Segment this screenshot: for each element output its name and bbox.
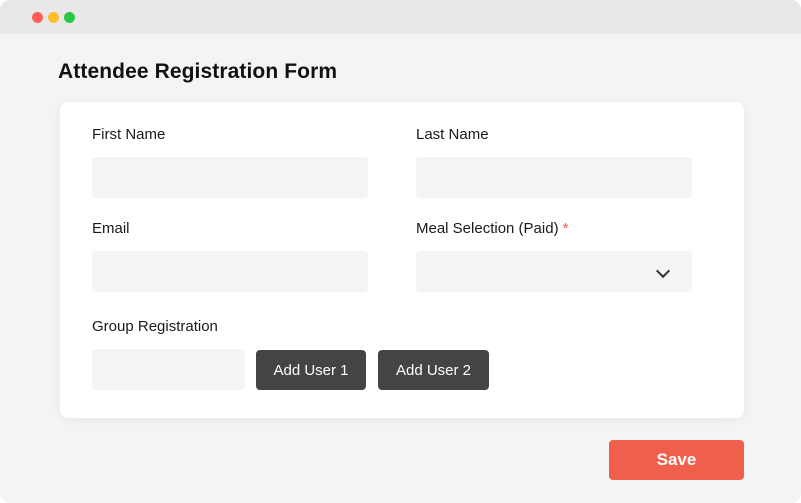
minimize-window-button[interactable]	[48, 12, 59, 23]
email-label: Email	[92, 220, 130, 237]
maximize-window-button[interactable]	[64, 12, 75, 23]
meal-selection-label-text: Meal Selection (Paid)	[416, 220, 559, 237]
page-title: Attendee Registration Form	[58, 60, 338, 83]
last-name-input[interactable]	[416, 157, 692, 198]
required-asterisk: *	[562, 220, 569, 237]
first-name-input[interactable]	[92, 157, 368, 198]
close-window-button[interactable]	[32, 12, 43, 23]
group-registration-input[interactable]	[92, 349, 245, 390]
app-window: Attendee Registration Form First Name La…	[0, 0, 801, 503]
window-titlebar	[0, 0, 801, 34]
form-card: First Name Last Name Email Meal Selectio…	[60, 102, 744, 418]
add-user-2-button[interactable]: Add User 2	[378, 350, 489, 390]
chevron-down-icon	[655, 263, 671, 279]
meal-selection-select[interactable]	[416, 251, 692, 292]
first-name-label: First Name	[92, 126, 166, 143]
add-user-1-button[interactable]: Add User 1	[256, 350, 366, 390]
last-name-label: Last Name	[416, 126, 489, 143]
meal-selection-label: Meal Selection (Paid) *	[416, 220, 568, 237]
group-registration-label: Group Registration	[92, 318, 218, 335]
email-input[interactable]	[92, 251, 368, 292]
save-button[interactable]: Save	[609, 440, 744, 480]
